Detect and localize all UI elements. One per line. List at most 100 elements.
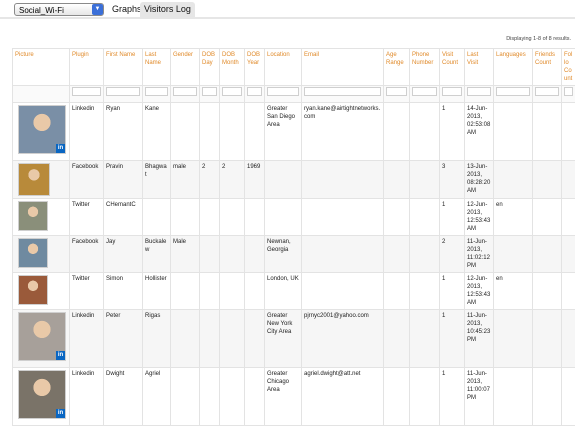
cell-last-visit: 11-Jun-2013, 11:00:07 PM [465,368,494,426]
cell-dob-day [200,103,220,161]
cell-first-name: Ryan [104,103,143,161]
cell-dob-day [200,273,220,310]
avatar[interactable] [18,201,48,231]
avatar[interactable]: in [18,370,66,419]
cell-dob-month [220,273,245,310]
table-row[interactable]: inLinkedinPeterRigasGreater New York Cit… [13,310,575,368]
filter-input-location[interactable] [267,87,299,96]
filter-cell-first-name [104,86,143,103]
column-header-location[interactable]: Location [265,49,302,86]
filter-input-plugin[interactable] [72,87,101,96]
filter-input-dob-month[interactable] [222,87,242,96]
avatar[interactable]: in [18,105,66,154]
cell-plugin: Linkedin [70,103,104,161]
cell-followers-count [562,199,575,236]
table-row[interactable]: inLinkedinDwightAgrielGreater Chicago Ar… [13,368,575,426]
cell-friends-count [533,103,562,161]
cell-location: London, UK [265,273,302,310]
cell-last-name: Agriel [143,368,171,426]
cell-gender [171,199,200,236]
cell-dob-year [245,236,265,273]
cell-dob-year: 1969 [245,161,265,199]
cell-visit-count: 1 [440,368,465,426]
filter-input-email[interactable] [304,87,381,96]
cell-friends-count [533,310,562,368]
column-header-dob-day[interactable]: DOB Day [200,49,220,86]
filter-input-gender[interactable] [173,87,197,96]
avatar[interactable] [18,238,48,268]
cell-followers-count [562,103,575,161]
cell-friends-count [533,368,562,426]
filter-input-dob-year[interactable] [247,87,262,96]
visitors-table: Picture Plugin First Name Last Name Gend… [12,48,575,426]
table-row[interactable]: inLinkedinRyanKaneGreater San Diego Area… [13,103,575,161]
column-header-languages[interactable]: Languages [494,49,533,86]
column-header-picture[interactable]: Picture [13,49,70,86]
cell-friends-count [533,161,562,199]
cell-visit-count: 1 [440,199,465,236]
filter-cell-dob-day [200,86,220,103]
cell-followers-count [562,236,575,273]
column-header-email[interactable]: Email [302,49,384,86]
cell-dob-month [220,310,245,368]
cell-first-name: CHemantC [104,199,143,236]
column-header-friends-count[interactable]: Friends Count [533,49,562,86]
column-header-visit-count[interactable]: Visit Count [440,49,465,86]
avatar[interactable]: in [18,312,66,361]
cell-location: Greater Chicago Area [265,368,302,426]
table-row[interactable]: FacebookPravinBhagwatmale221969313-Jun-2… [13,161,575,199]
cell-plugin: Facebook [70,236,104,273]
cell-languages [494,103,533,161]
table-row[interactable]: FacebookJayBuckalewMaleNewnan, Georgia21… [13,236,575,273]
filter-input-dob-day[interactable] [202,87,217,96]
column-header-first-name[interactable]: First Name [104,49,143,86]
column-header-age-range[interactable]: Age Range [384,49,410,86]
filter-input-phone-number[interactable] [412,87,437,96]
column-header-last-name[interactable]: Last Name [143,49,171,86]
cell-age-range [384,103,410,161]
cell-friends-count [533,236,562,273]
cell-gender: male [171,161,200,199]
cell-languages [494,310,533,368]
cell-visit-count: 1 [440,273,465,310]
cell-dob-year [245,199,265,236]
filter-input-last-visit[interactable] [467,87,491,96]
avatar[interactable] [18,163,50,196]
column-header-dob-year[interactable]: DOB Year [245,49,265,86]
cell-plugin: Twitter [70,199,104,236]
column-header-followers-count[interactable]: Follo Count [562,49,575,86]
tab-visitors-log[interactable]: Visitors Log [140,2,195,17]
cell-first-name: Dwight [104,368,143,426]
cell-age-range [384,199,410,236]
linkedin-icon: in [56,409,65,418]
avatar[interactable] [18,275,48,305]
filter-input-followers-count[interactable] [564,87,573,96]
table-row[interactable]: TwitterCHemantC112-Jun-2013, 12:53:43 AM… [13,199,575,236]
picture-cell: in [13,310,70,368]
chevron-down-icon[interactable]: ▼ [92,4,103,15]
cell-last-visit: 13-Jun-2013, 08:28:20 AM [465,161,494,199]
filter-input-visit-count[interactable] [442,87,462,96]
filter-cell-last-visit [465,86,494,103]
filter-cell-location [265,86,302,103]
filter-input-languages[interactable] [496,87,530,96]
column-header-plugin[interactable]: Plugin [70,49,104,86]
cell-location [265,161,302,199]
cell-followers-count [562,273,575,310]
column-header-phone-number[interactable]: Phone Number [410,49,440,86]
column-header-last-visit[interactable]: Last Visit [465,49,494,86]
picture-cell [13,273,70,310]
column-header-dob-month[interactable]: DOB Month [220,49,245,86]
site-select[interactable]: Social_Wi-Fi ▼ [14,3,104,16]
filter-input-friends-count[interactable] [535,87,559,96]
column-header-gender[interactable]: Gender [171,49,200,86]
filter-input-last-name[interactable] [145,87,168,96]
filter-input-first-name[interactable] [106,87,140,96]
cell-dob-day: 2 [200,161,220,199]
cell-age-range [384,236,410,273]
filter-cell-plugin [70,86,104,103]
filter-input-age-range[interactable] [386,87,407,96]
cell-location: Greater San Diego Area [265,103,302,161]
table-row[interactable]: TwitterSimonHollisterLondon, UK112-Jun-2… [13,273,575,310]
cell-last-visit: 11-Jun-2013, 10:45:23 PM [465,310,494,368]
